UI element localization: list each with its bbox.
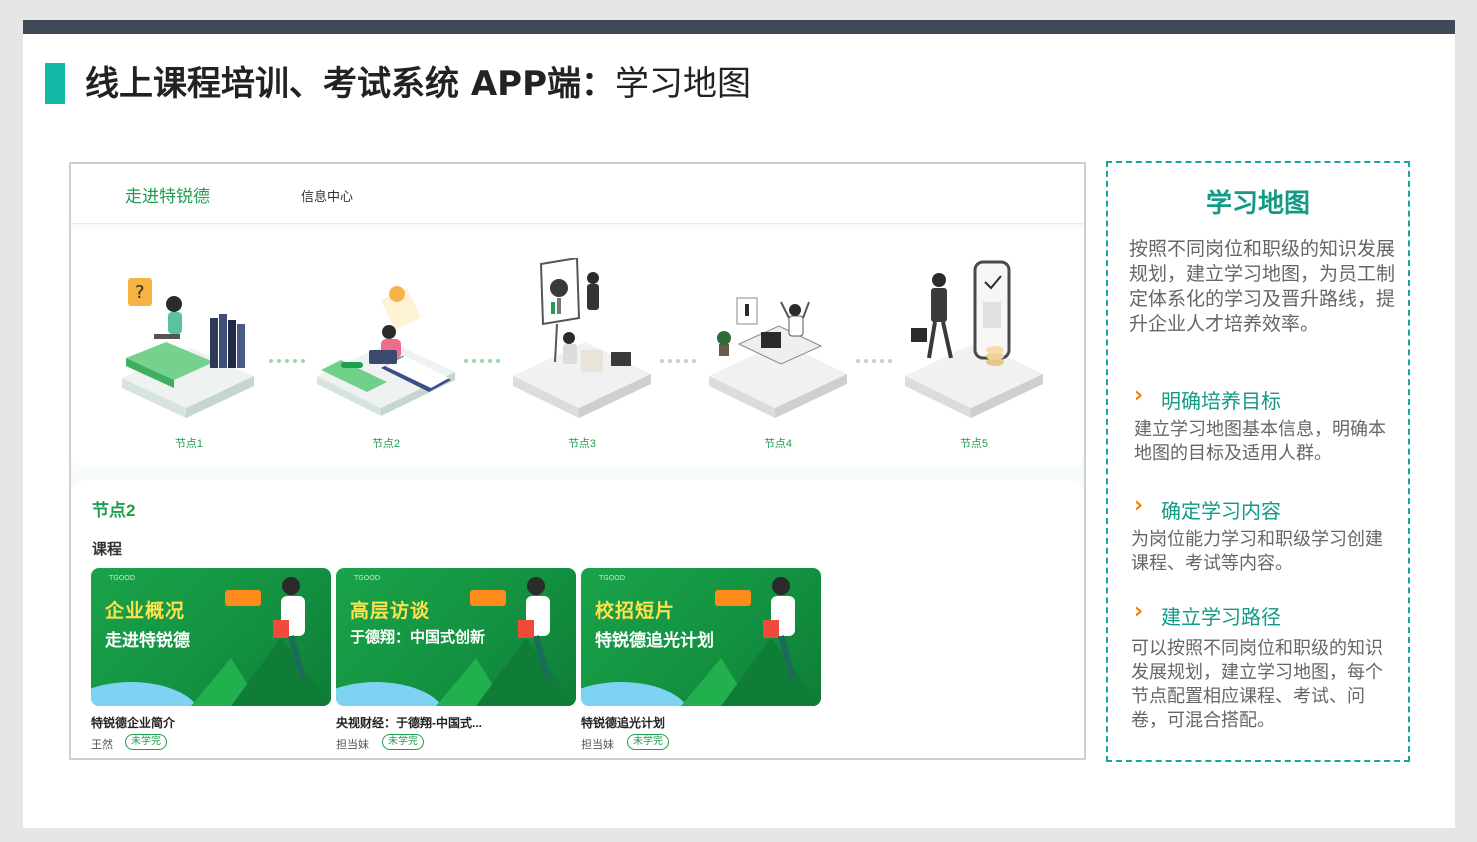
tab-info-center[interactable]: 信息中心: [301, 186, 353, 205]
cover-headline: 高层访谈: [350, 600, 431, 622]
section-body-content: 为岗位能力学习和职级学习创建课程、考试等内容。: [1131, 529, 1383, 574]
course-author: 担当妹: [336, 739, 369, 751]
status-badge: 未学完: [125, 734, 167, 750]
chevron-right-icon: ›: [1134, 493, 1144, 518]
course-cover: TGOOD 高层访谈 于德翔：中国式创新: [336, 568, 576, 706]
cover-badge: [715, 590, 751, 606]
info-panel: 学习地图 按照不同岗位和职级的知识发展规划，建立学习地图，为员工制定体系化的学习…: [1106, 161, 1410, 762]
course-cover: TGOOD 企业概况 走进特锐德: [91, 568, 331, 706]
cover-subtitle: 于德翔：中国式创新: [350, 628, 486, 646]
cover-badge: [225, 590, 261, 606]
cover-logo: TGOOD: [109, 574, 136, 582]
map-node-3[interactable]: 节点3: [507, 258, 657, 450]
current-node-heading: 节点2: [92, 501, 136, 520]
app-nav-bar: 走进特锐德 信息中心: [71, 164, 1084, 224]
course-author: 担当妹: [581, 739, 614, 751]
node-label: 节点2: [371, 438, 401, 450]
node1-illustration-icon: ?: [122, 278, 254, 418]
cover-headline: 校招短片: [595, 600, 676, 622]
svg-text:?: ?: [135, 282, 145, 303]
status-badge: 未学完: [382, 734, 424, 750]
cover-subtitle: 走进特锐德: [105, 631, 190, 651]
learning-map-nodes: ? 节点1 节点2 节点3 节点4 节点5: [71, 228, 1084, 468]
connector-dots: [269, 348, 313, 363]
course-title: 特锐德企业简介: [91, 716, 176, 730]
map-node-1[interactable]: ? 节点1: [114, 258, 264, 450]
tab-company-intro[interactable]: 走进特锐德: [125, 182, 210, 207]
section-heading-content: 确定学习内容: [1161, 499, 1281, 523]
node-label: 节点1: [174, 438, 204, 450]
info-title: 学习地图: [1205, 189, 1310, 219]
cover-headline: 企业概况: [105, 600, 186, 622]
node4-illustration-icon: [709, 297, 847, 418]
status-badge: 未学完: [627, 734, 669, 750]
cover-subtitle: 特锐德追光计划: [595, 631, 714, 651]
app-screenshot: 走进特锐德 信息中心 ? 节点1 节点2 节点3 节点4 节点5 节点2 课程 …: [69, 162, 1086, 760]
node-label: 节点4: [763, 438, 793, 450]
chevron-right-icon: ›: [1134, 599, 1144, 624]
section-heading-goal: 明确培养目标: [1161, 389, 1281, 413]
section-body-goal: 建立学习地图基本信息，明确本地图的目标及适用人群。: [1134, 419, 1386, 464]
map-node-2[interactable]: 节点2: [311, 258, 461, 450]
map-node-4[interactable]: 节点4: [703, 258, 853, 450]
section-body-path: 可以按照不同岗位和职级的知识发展规划，建立学习地图，每个节点配置相应课程、考试、…: [1131, 638, 1383, 731]
slide: 线上课程培训、考试系统 APP端：学习地图 走进特锐德 信息中心 ? 节点1 节…: [23, 20, 1455, 828]
node-label: 节点3: [567, 438, 597, 450]
connector-dots: [464, 348, 508, 363]
node-detail-panel: 节点2 课程 TGOOD 企业概况 走进特锐德 特锐德企业简介 王然 未学完 T…: [71, 480, 1084, 758]
course-title: 央视财经：于德翔-中国式...: [336, 716, 482, 730]
node-label: 节点5: [959, 438, 989, 450]
top-bar: [23, 20, 1455, 34]
chevron-right-icon: ›: [1134, 383, 1144, 408]
course-card[interactable]: TGOOD 校招短片 特锐德追光计划 特锐德追光计划 担当妹 未学完: [581, 568, 821, 751]
course-cover: TGOOD 校招短片 特锐德追光计划: [581, 568, 821, 706]
connector-dots: [660, 348, 704, 363]
section-heading-path: 建立学习路径: [1161, 605, 1281, 629]
course-author: 王然: [91, 739, 113, 751]
node3-illustration-icon: [513, 258, 651, 418]
cover-logo: TGOOD: [354, 574, 381, 582]
node2-illustration-icon: [317, 286, 455, 416]
title-regular: 学习地图: [615, 64, 751, 104]
info-description: 按照不同岗位和职级的知识发展规划，建立学习地图，为员工制定体系化的学习及晋升路线…: [1129, 238, 1396, 335]
map-node-5[interactable]: 节点5: [899, 258, 1049, 450]
cover-logo: TGOOD: [599, 574, 626, 582]
course-section-heading: 课程: [92, 541, 123, 558]
course-card[interactable]: TGOOD 高层访谈 于德翔：中国式创新 央视财经：于德翔-中国式... 担当妹…: [336, 568, 576, 751]
slide-title: 线上课程培训、考试系统 APP端：学习地图: [85, 62, 751, 106]
title-accent-bar: [45, 63, 65, 104]
connector-dots: [856, 348, 900, 363]
cover-badge: [470, 590, 506, 606]
title-bold: 线上课程培训、考试系统 APP端：: [85, 64, 615, 104]
course-card[interactable]: TGOOD 企业概况 走进特锐德 特锐德企业简介 王然 未学完: [91, 568, 331, 751]
node5-illustration-icon: [905, 260, 1043, 418]
course-title: 特锐德追光计划: [581, 716, 666, 730]
